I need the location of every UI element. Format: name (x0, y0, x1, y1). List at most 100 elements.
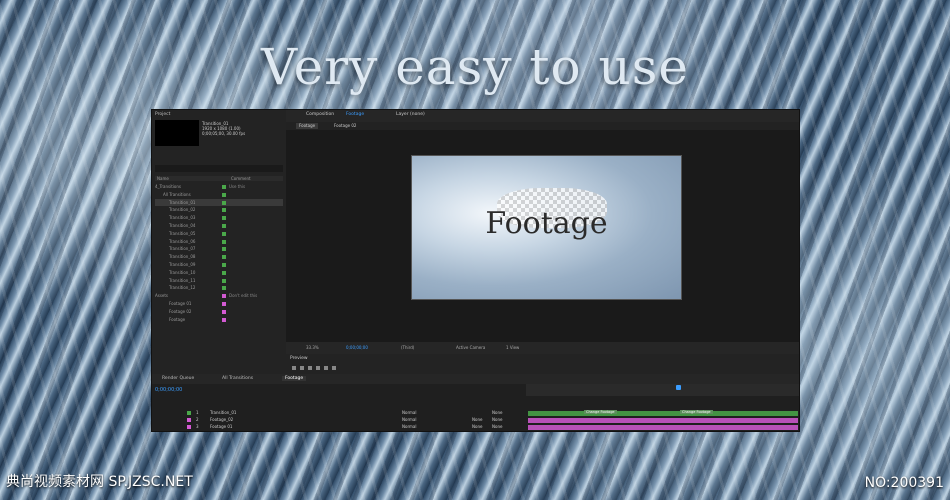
layer-trkmat[interactable]: None (472, 424, 482, 430)
composition-frame[interactable]: Footage (411, 155, 682, 300)
label-color-icon[interactable] (222, 309, 226, 314)
layer-duration-bar[interactable] (528, 417, 798, 423)
project-item-label: Transition_11 (169, 277, 196, 283)
project-item[interactable]: Transition_09 (155, 261, 283, 269)
layer-name: Transition_01 (210, 410, 237, 415)
project-item-label: Transition_10 (169, 269, 196, 275)
layer-mode[interactable]: Normal (402, 410, 416, 416)
tab-composition[interactable]: Composition (306, 112, 334, 117)
project-panel-title[interactable]: Project (155, 112, 170, 117)
project-item[interactable]: Transition_08 (155, 253, 283, 261)
comp-marker[interactable]: Change Footage (584, 410, 617, 414)
timeline-tabs: Render Queue All Transitions Footage (152, 374, 799, 384)
layer-parent[interactable]: None (492, 424, 502, 430)
label-color-icon[interactable] (222, 208, 226, 213)
label-color-icon[interactable] (222, 200, 226, 205)
project-item-label: Transition_04 (169, 222, 196, 228)
layer-color-icon[interactable] (187, 418, 191, 422)
layer-trkmat[interactable]: None (472, 417, 482, 423)
layer-name: Footage_02 (210, 417, 234, 422)
label-color-icon[interactable] (222, 216, 226, 221)
timeline-layer-row[interactable]: 1 Transition_01 Normal None (152, 410, 526, 416)
project-item[interactable]: Transition_04 (155, 222, 283, 230)
viewer-toolbar: 33.3% 0;00;00;00 (Third) Active Camera 1… (286, 342, 799, 354)
tab-composition-footage[interactable]: Footage (346, 112, 364, 117)
layer-duration-bar[interactable] (528, 424, 798, 430)
prev-frame-icon[interactable] (300, 366, 304, 370)
project-item[interactable]: Transition_06 (155, 238, 283, 246)
project-item[interactable]: Footage 01 (155, 300, 283, 308)
play-icon[interactable] (308, 366, 312, 370)
label-color-icon[interactable] (222, 223, 226, 228)
last-frame-icon[interactable] (324, 366, 328, 370)
column-comment[interactable]: Comment (231, 176, 251, 181)
layer-duration-bar[interactable] (528, 410, 798, 416)
playhead-icon[interactable] (676, 385, 681, 390)
label-color-icon[interactable] (222, 255, 226, 260)
subtab-footage-02[interactable]: Footage 02 (331, 123, 359, 129)
project-item[interactable]: Transition_01 (155, 198, 283, 207)
label-color-icon[interactable] (222, 317, 226, 322)
label-color-icon[interactable] (222, 231, 226, 236)
project-item[interactable]: Transition_02 (155, 206, 283, 214)
label-color-icon[interactable] (222, 185, 226, 189)
project-search-input[interactable] (155, 165, 283, 172)
layer-color-icon[interactable] (187, 411, 191, 415)
after-effects-window: Project Transition_01 1920 x 1080 (1.00)… (151, 109, 800, 432)
viewer-tab-bar: Composition Footage Layer (none) (286, 110, 799, 122)
layer-mode[interactable]: Normal (402, 424, 416, 430)
layer-parent[interactable]: None (492, 410, 502, 416)
project-item-label: Assets (155, 293, 169, 299)
label-color-icon[interactable] (222, 270, 226, 275)
layer-parent[interactable]: None (492, 417, 502, 423)
audio-icon[interactable] (332, 366, 336, 370)
preview-title[interactable]: Preview (290, 356, 308, 361)
layer-color-icon[interactable] (187, 425, 191, 429)
view-layout-select[interactable]: 1 View (506, 345, 519, 350)
project-item[interactable]: Transition_11 (155, 277, 283, 285)
project-item-info: Transition_01 1920 x 1080 (1.00) 0;00;05… (202, 121, 245, 136)
timeline-layer-row[interactable]: 3 Footage 01 Normal None None (152, 424, 526, 430)
label-color-icon[interactable] (222, 286, 226, 291)
project-item[interactable]: All Transitions (155, 191, 283, 199)
layer-mode[interactable]: Normal (402, 417, 416, 423)
next-frame-icon[interactable] (316, 366, 320, 370)
comp-marker[interactable]: Change Footage (680, 410, 713, 414)
time-ruler[interactable] (526, 384, 799, 396)
project-item[interactable]: Transition_12 (155, 284, 283, 292)
tab-render-queue[interactable]: Render Queue (162, 376, 194, 381)
first-frame-icon[interactable] (292, 366, 296, 370)
project-item-duration: 0;00;05;00, 30.00 fps (202, 131, 246, 136)
project-item-label: 4_Transitions (155, 184, 181, 189)
project-item[interactable]: Transition_03 (155, 214, 283, 222)
timeline-timecode[interactable]: 0;00;00;00 (155, 387, 182, 393)
project-item[interactable]: Transition_07 (155, 245, 283, 253)
label-color-icon[interactable] (222, 247, 226, 252)
tab-layer[interactable]: Layer (none) (396, 112, 425, 117)
timeline-layer-row[interactable]: 2 Footage_02 Normal None None (152, 417, 526, 423)
project-item[interactable]: 4_Transitions Use this (155, 183, 283, 191)
tab-footage-comp[interactable]: Footage (282, 376, 307, 381)
project-item-label: Transition_09 (169, 261, 196, 267)
subtab-footage[interactable]: Footage (296, 123, 319, 129)
project-item[interactable]: Transition_10 (155, 269, 283, 277)
project-item[interactable]: Footage (155, 316, 283, 324)
tab-all-transitions[interactable]: All Transitions (222, 376, 253, 381)
project-item[interactable]: Footage 02 (155, 308, 283, 316)
layer-number: 2 (196, 417, 199, 422)
current-time[interactable]: 0;00;00;00 (346, 345, 368, 350)
resolution-select[interactable]: (Third) (401, 345, 414, 350)
label-color-icon[interactable] (222, 278, 226, 283)
label-color-icon[interactable] (222, 301, 226, 306)
project-item[interactable]: Assets Don't edit this (155, 292, 283, 300)
camera-select[interactable]: Active Camera (456, 345, 485, 350)
project-item-label: Transition_05 (169, 230, 196, 236)
label-color-icon[interactable] (222, 239, 226, 244)
label-color-icon[interactable] (222, 294, 226, 299)
zoom-level[interactable]: 33.3% (306, 345, 319, 350)
column-name[interactable]: Name (157, 176, 169, 181)
label-color-icon[interactable] (222, 262, 226, 267)
project-item-label: Footage 01 (169, 300, 192, 306)
project-item[interactable]: Transition_05 (155, 230, 283, 238)
label-color-icon[interactable] (222, 192, 226, 197)
